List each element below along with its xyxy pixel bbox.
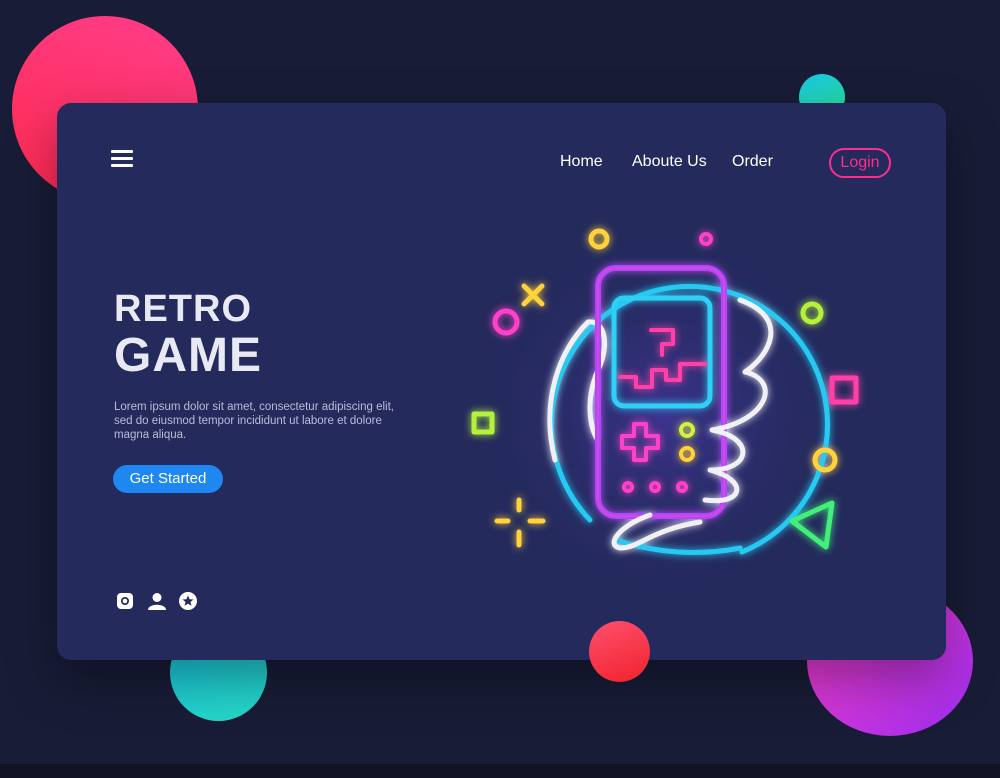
title-line-2: GAME	[114, 329, 262, 382]
user-icon[interactable]	[147, 591, 167, 611]
login-button[interactable]: Login	[829, 148, 891, 178]
hero-description: Lorem ipsum dolor sit amet, consectetur …	[114, 401, 394, 441]
instagram-icon[interactable]	[115, 591, 135, 611]
nav-link-home[interactable]: Home	[560, 153, 603, 171]
nav-link-order[interactable]: Order	[732, 153, 773, 171]
decor-circle-red	[589, 621, 650, 682]
nav-link-about-us[interactable]: Aboute Us	[632, 153, 707, 171]
title-line-1: RETRO	[114, 288, 252, 330]
get-started-button[interactable]: Get Started	[113, 465, 223, 493]
star-icon[interactable]	[178, 591, 198, 611]
landing-card: Home Aboute Us Order Login RETRO GAME Lo…	[57, 103, 946, 660]
page-title: RETRO GAME	[114, 288, 262, 382]
bottom-strip	[0, 764, 1000, 778]
hamburger-menu-icon[interactable]	[111, 150, 133, 168]
